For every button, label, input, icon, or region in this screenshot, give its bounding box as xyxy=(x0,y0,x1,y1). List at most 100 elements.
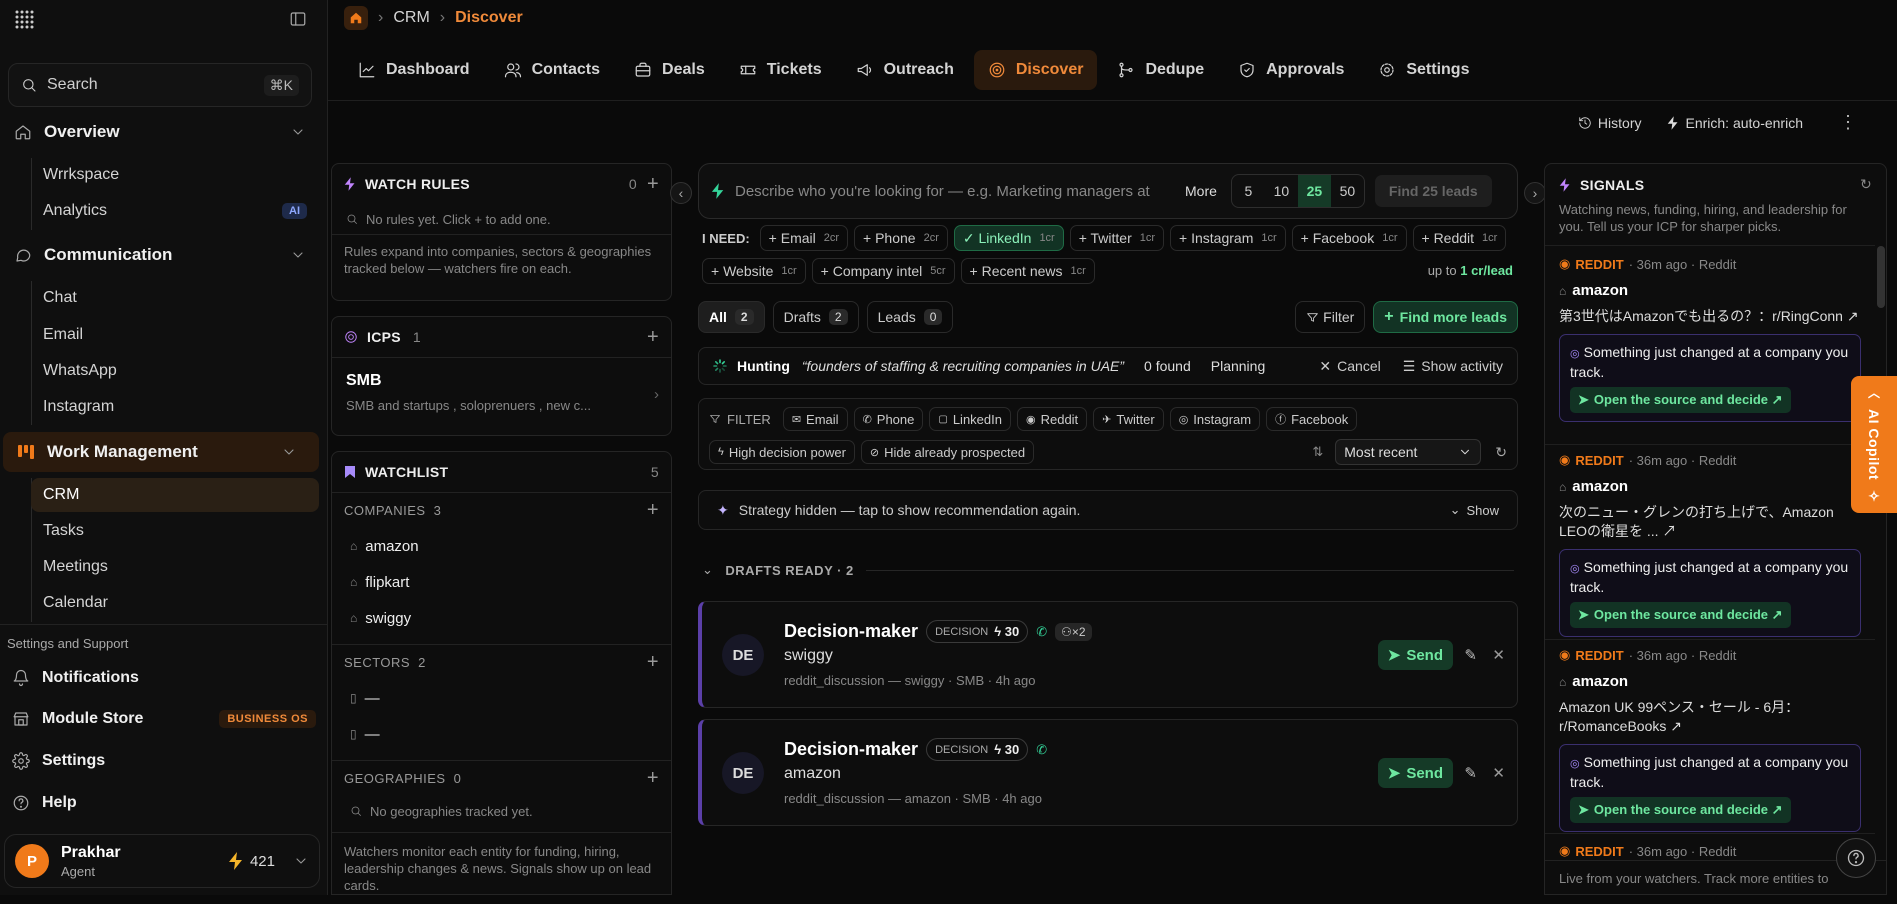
watchlist-sector[interactable]: ▯ — xyxy=(332,680,671,716)
filter-reddit-chip[interactable]: ◉ Reddit xyxy=(1016,407,1088,431)
filter-hide-prospected-chip[interactable]: ⊘ Hide already prospected xyxy=(860,440,1035,464)
filter-high-decision-chip[interactable]: ϟ High decision power xyxy=(709,440,855,464)
view-leads[interactable]: Leads 0 xyxy=(866,301,954,333)
sidebar-item-calendar[interactable]: Calendar xyxy=(31,586,319,620)
tab-outreach[interactable]: Outreach xyxy=(842,50,968,90)
drafts-heading[interactable]: ⌄ DRAFTS READY · 2 xyxy=(702,562,1514,578)
icp-item-smb[interactable]: SMB SMB and startups , soloprenuers , ne… xyxy=(332,357,671,427)
need-instagram-chip[interactable]: + Instagram 1cr xyxy=(1170,225,1286,251)
watchlist-company[interactable]: ⌂ flipkart xyxy=(332,564,671,600)
sidebar-section-work-management[interactable]: Work Management xyxy=(3,432,319,472)
sidebar-item-meetings[interactable]: Meetings xyxy=(31,550,319,584)
find-more-leads-button[interactable]: + Find more leads xyxy=(1373,301,1518,333)
find-leads-button[interactable]: Find 25 leads xyxy=(1374,175,1492,207)
refresh-icon[interactable]: ↻ xyxy=(1860,176,1872,193)
collapse-right-button[interactable]: › xyxy=(1524,182,1546,204)
filter-instagram-chip[interactable]: ◎ Instagram xyxy=(1169,407,1261,431)
more-button[interactable]: More xyxy=(1185,183,1217,199)
watchlist-sector[interactable]: ▯ — xyxy=(332,716,671,752)
help-float-button[interactable] xyxy=(1836,838,1876,878)
filter-twitter-chip[interactable]: ✈ Twitter xyxy=(1093,407,1164,431)
edit-icon[interactable]: ✎ xyxy=(1464,764,1477,782)
sidebar-item-whatsapp[interactable]: WhatsApp xyxy=(31,354,319,388)
add-sector-button[interactable]: + xyxy=(647,651,659,674)
send-button[interactable]: ➤ Send xyxy=(1377,758,1453,788)
sidebar-item-notifications[interactable]: Notifications xyxy=(0,660,328,696)
count-option[interactable]: 50 xyxy=(1331,175,1364,207)
sidebar-item-crm[interactable]: CRM xyxy=(31,478,319,512)
watchlist-company[interactable]: ⌂ amazon xyxy=(332,528,671,564)
add-rule-button[interactable]: + xyxy=(647,173,659,196)
sidebar-item-analytics[interactable]: Analytics AI xyxy=(31,194,319,228)
sidebar-section-communication[interactable]: Communication xyxy=(0,236,328,274)
filter-phone-chip[interactable]: ✆ Phone xyxy=(853,407,924,431)
enrich-button[interactable]: Enrich: auto-enrich xyxy=(1667,115,1803,131)
need-email-chip[interactable]: + Email 2cr xyxy=(759,225,849,251)
home-icon[interactable] xyxy=(344,6,368,30)
show-activity-button[interactable]: ☰ Show activity xyxy=(1403,358,1503,375)
tab-dedupe[interactable]: Dedupe xyxy=(1103,50,1218,90)
strategy-bar[interactable]: ✦ Strategy hidden — tap to show recommen… xyxy=(698,490,1518,530)
scrollbar-thumb[interactable] xyxy=(1877,246,1885,308)
sidebar-item-wrrkspace[interactable]: Wrrkspace xyxy=(31,158,319,192)
open-source-button[interactable]: ➤ Open the source and decide ↗ xyxy=(1570,387,1791,413)
count-option-selected[interactable]: 25 xyxy=(1297,175,1331,207)
lead-card[interactable]: DE Decision-maker DECISION ϟ 30 ✆ amazon … xyxy=(698,719,1518,826)
tab-settings[interactable]: Settings xyxy=(1364,50,1483,90)
search-input[interactable]: Search ⌘K xyxy=(8,63,312,107)
sidebar-section-overview[interactable]: Overview xyxy=(0,113,328,151)
edit-icon[interactable]: ✎ xyxy=(1464,646,1477,664)
tab-approvals[interactable]: Approvals xyxy=(1224,50,1358,90)
count-option[interactable]: 10 xyxy=(1265,175,1298,207)
watchlist-company[interactable]: ⌂ swiggy xyxy=(332,600,671,636)
need-reddit-chip[interactable]: + Reddit 1cr xyxy=(1412,225,1507,251)
show-strategy-button[interactable]: ⌄ Show xyxy=(1450,502,1499,518)
filter-button[interactable]: Filter xyxy=(1295,301,1366,333)
view-drafts[interactable]: Drafts 2 xyxy=(772,301,859,333)
signal-body[interactable]: Amazon UK 99ペンス・セール - 6月：r/RomanceBooks … xyxy=(1559,698,1861,736)
signal-body[interactable]: 第3世代はAmazonでも出るの？：r/RingConn ↗ xyxy=(1559,307,1861,326)
lead-card[interactable]: DE Decision-maker DECISION ϟ 30 ✆ ⚇×2 swi… xyxy=(698,601,1518,708)
need-company-intel-chip[interactable]: + Company intel 5cr xyxy=(811,258,955,284)
sidebar-item-module-store[interactable]: Module Store BUSINESS OS xyxy=(0,701,328,737)
tab-deals[interactable]: Deals xyxy=(620,50,719,90)
count-option[interactable]: 5 xyxy=(1232,175,1265,207)
tab-tickets[interactable]: Tickets xyxy=(725,50,836,90)
collapse-left-button[interactable]: ‹ xyxy=(670,182,692,204)
sidebar-item-instagram[interactable]: Instagram xyxy=(31,390,319,424)
need-recent-news-chip[interactable]: + Recent news 1cr xyxy=(960,258,1095,284)
filter-linkedin-chip[interactable]: ▢ LinkedIn xyxy=(929,407,1011,431)
more-options-icon[interactable]: ⋮ xyxy=(1839,112,1857,133)
open-source-button[interactable]: ➤ Open the source and decide ↗ xyxy=(1570,797,1791,823)
discover-query-input[interactable]: Describe who you're looking for — e.g. M… xyxy=(735,183,1165,200)
ai-copilot-tab[interactable]: ︿ AI Copilot ✧ xyxy=(1851,376,1897,513)
refresh-icon[interactable]: ↻ xyxy=(1495,444,1507,461)
tab-contacts[interactable]: Contacts xyxy=(490,50,614,90)
open-source-button[interactable]: ➤ Open the source and decide ↗ xyxy=(1570,602,1791,628)
add-icp-button[interactable]: + xyxy=(647,326,659,349)
sidebar-item-email[interactable]: Email xyxy=(31,318,319,352)
filter-facebook-chip[interactable]: ⓕ Facebook xyxy=(1266,407,1358,431)
history-button[interactable]: History xyxy=(1578,115,1641,131)
apps-grid-icon[interactable] xyxy=(14,9,34,29)
cancel-hunt-button[interactable]: ✕ Cancel xyxy=(1319,358,1380,375)
close-icon[interactable]: ✕ xyxy=(1492,764,1505,782)
chevron-down-icon[interactable] xyxy=(293,853,309,869)
close-icon[interactable]: ✕ xyxy=(1492,646,1505,664)
add-company-button[interactable]: + xyxy=(647,499,659,522)
need-facebook-chip[interactable]: + Facebook 1cr xyxy=(1291,225,1407,251)
user-card[interactable]: P Prakhar Agent 421 xyxy=(4,834,320,888)
sort-select[interactable]: Most recent xyxy=(1335,439,1482,465)
need-phone-chip[interactable]: + Phone 2cr xyxy=(854,225,948,251)
view-all[interactable]: All 2 xyxy=(698,301,765,333)
scrollbar[interactable] xyxy=(1877,246,1885,894)
sidebar-item-tasks[interactable]: Tasks xyxy=(31,514,319,548)
filter-email-chip[interactable]: ✉ Email xyxy=(782,407,848,431)
sidebar-item-settings[interactable]: Settings xyxy=(0,743,328,779)
add-geography-button[interactable]: + xyxy=(647,767,659,790)
tab-dashboard[interactable]: Dashboard xyxy=(344,50,484,90)
send-button[interactable]: ➤ Send xyxy=(1377,640,1453,670)
breadcrumb-crm[interactable]: CRM xyxy=(393,9,429,27)
need-twitter-chip[interactable]: + Twitter 1cr xyxy=(1069,225,1165,251)
signal-body[interactable]: 次のニュー・グレンの打ち上げで、Amazon LEOの衛星を ... ↗ xyxy=(1559,503,1861,541)
